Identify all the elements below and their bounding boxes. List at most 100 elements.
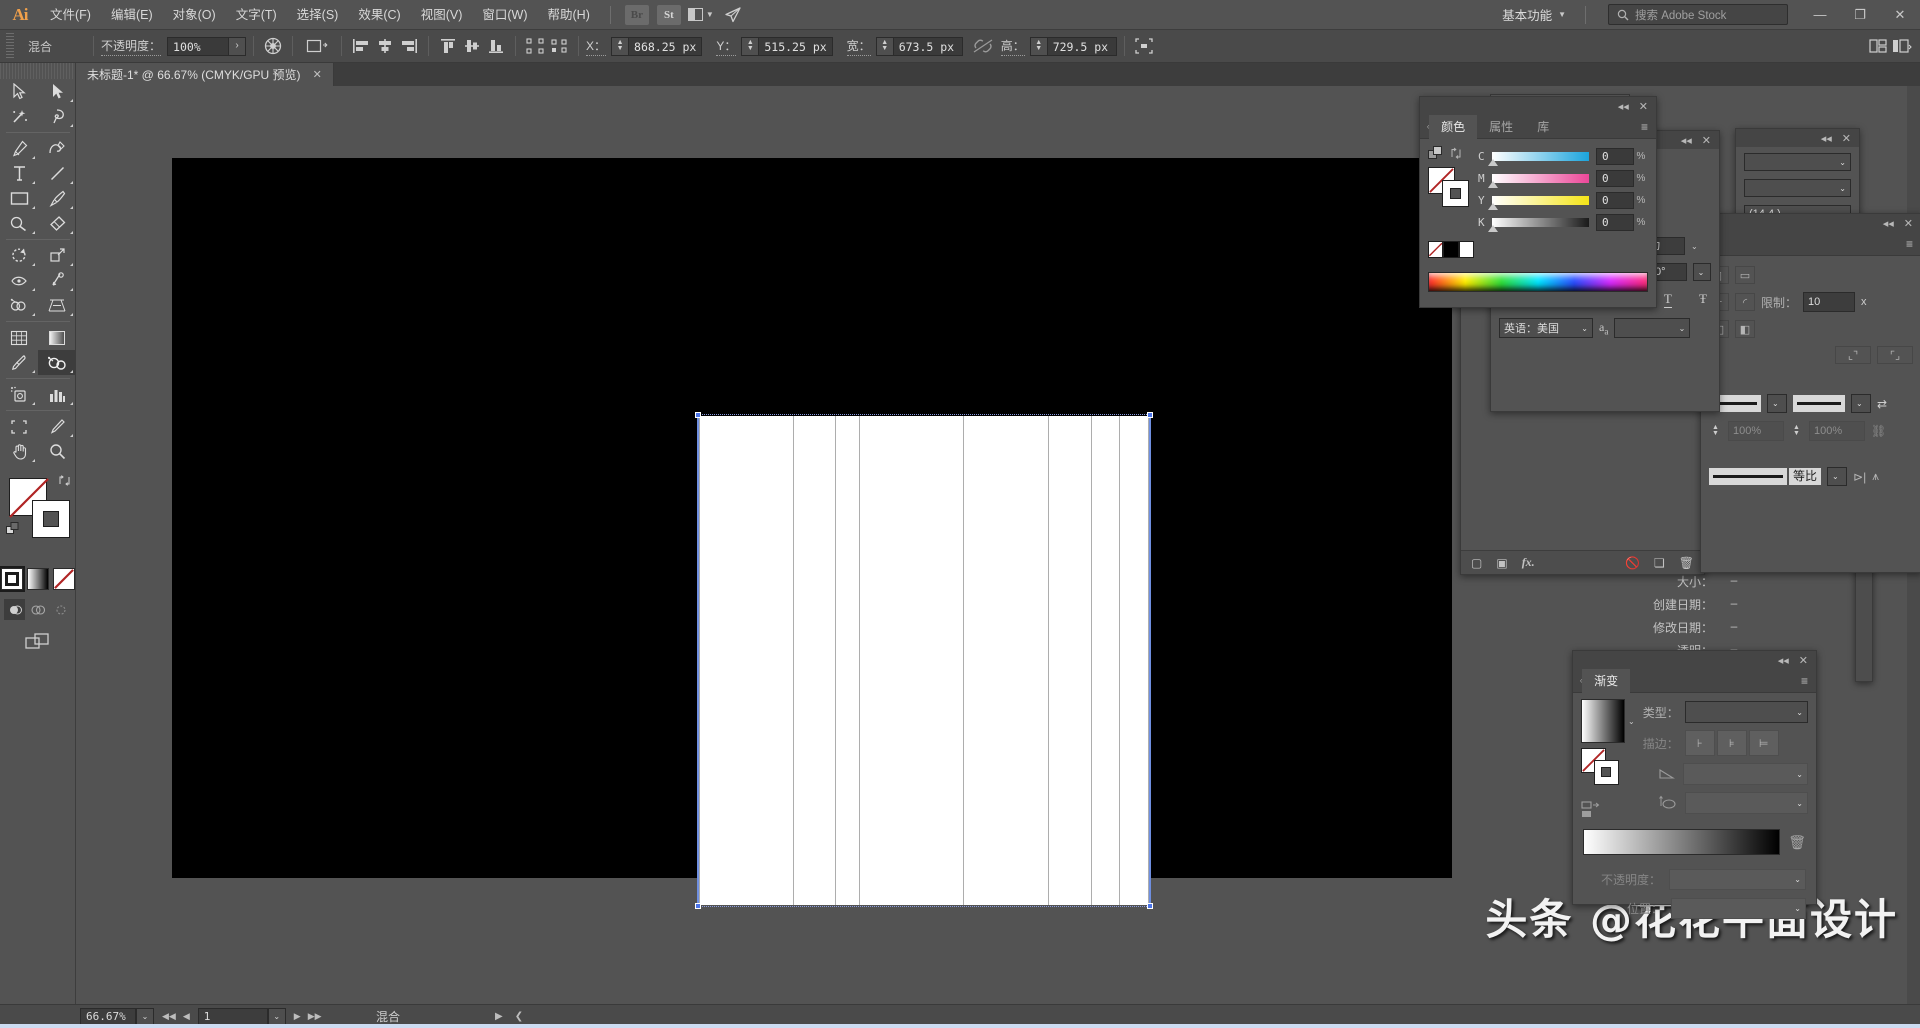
align-stroke-inside-icon[interactable]: ◧ — [1735, 320, 1755, 338]
join-round-icon[interactable]: ◜ — [1735, 293, 1755, 311]
dashed-corner-icon[interactable]: ⌞⌝ — [1835, 346, 1871, 364]
menu-file[interactable]: 文件(F) — [40, 0, 101, 30]
none-swatch-button[interactable] — [53, 568, 75, 590]
gradient-panel[interactable]: ◂◂ ✕ ◇ 渐变 ≡ ⌄ — [1572, 650, 1817, 905]
align-top-icon[interactable] — [436, 35, 460, 57]
rotation-dropdown[interactable]: ⌄ — [1693, 263, 1711, 281]
none-swatch[interactable] — [1428, 241, 1443, 258]
slice-tool[interactable] — [38, 414, 76, 439]
y-input[interactable]: 515.25 px — [758, 37, 832, 56]
scale-start-stepper[interactable]: ▲▼ — [1709, 425, 1722, 437]
status-play-icon[interactable]: ▶ — [495, 1011, 503, 1022]
color-swatch-button[interactable] — [1, 568, 23, 590]
draw-behind-icon[interactable] — [27, 599, 48, 620]
gradient-angle-dropdown[interactable]: ⌄ — [1683, 763, 1808, 785]
transform-panel-icon[interactable] — [523, 35, 547, 57]
gradient-type-dropdown[interactable]: ⌄ — [1685, 701, 1808, 723]
arrange-windows-icon[interactable] — [1866, 35, 1890, 57]
dashed-corner-icon-2[interactable]: ⌜⌟ — [1877, 346, 1913, 364]
rotate-tool[interactable] — [0, 243, 38, 268]
slider-thumb-c[interactable] — [1488, 159, 1498, 166]
color-panel[interactable]: ◂◂ ✕ ◇ 颜色 属性 库 ≡ — [1419, 96, 1657, 308]
arrow-scale-start[interactable]: 100% — [1728, 421, 1784, 441]
menu-edit[interactable]: 编辑(E) — [101, 0, 163, 30]
tools-panel-grip[interactable] — [0, 63, 75, 79]
close-icon[interactable]: ✕ — [1842, 132, 1851, 145]
underline-button[interactable]: T — [1664, 291, 1672, 308]
width-profile-dropdown[interactable]: ⌄ — [1827, 467, 1847, 486]
collapse-icon[interactable]: ◂◂ — [1821, 132, 1832, 145]
collapse-icon[interactable]: ◂◂ — [1618, 100, 1629, 113]
transform-dropdown-1[interactable]: ⌄ — [1744, 153, 1851, 171]
reverse-gradient-icon[interactable] — [1581, 800, 1635, 823]
eraser-tool[interactable] — [38, 211, 76, 236]
x-input[interactable]: 868.25 px — [628, 37, 702, 56]
arrowhead-end-dropdown[interactable]: ⌄ — [1851, 394, 1871, 413]
mesh-tool[interactable] — [0, 325, 38, 350]
close-icon[interactable]: ✕ — [1639, 100, 1648, 113]
tab-properties[interactable]: 属性 — [1477, 115, 1525, 139]
flip-across-icon[interactable]: ⩚ — [1872, 469, 1879, 484]
rectangle-tool[interactable] — [0, 186, 38, 211]
stroke-gradient-across-icon[interactable]: ⊨ — [1749, 730, 1779, 756]
lasso-tool[interactable] — [38, 104, 76, 129]
add-new-fill-icon[interactable]: ▢ — [1471, 556, 1482, 570]
menu-select[interactable]: 选择(S) — [287, 0, 349, 30]
arrange-documents-icon[interactable]: ▼ — [689, 5, 713, 25]
menu-window[interactable]: 窗口(W) — [472, 0, 537, 30]
zoom-tool[interactable] — [38, 439, 76, 464]
channel-value-y[interactable]: 0 — [1596, 192, 1634, 209]
blend-tool[interactable] — [38, 350, 76, 375]
arrowhead-start-dropdown[interactable]: ⌄ — [1767, 394, 1787, 413]
collapse-icon[interactable]: ◂◂ — [1778, 654, 1789, 667]
curvature-tool[interactable] — [38, 136, 76, 161]
tab-color[interactable]: 颜色 — [1429, 115, 1477, 139]
panel-flyout-icon[interactable] — [1890, 35, 1914, 57]
gradient-aspect-dropdown[interactable]: ⌄ — [1685, 792, 1808, 814]
gradient-preview-swatch[interactable] — [1581, 699, 1625, 743]
hand-tool[interactable] — [0, 439, 38, 464]
selection-handle[interactable] — [695, 412, 701, 418]
search-input[interactable]: 搜索 Adobe Stock — [1608, 4, 1788, 25]
link-arrow-scales-icon[interactable]: ⛓ — [1871, 424, 1886, 438]
default-fill-stroke-icon[interactable] — [6, 522, 21, 540]
blend-object[interactable] — [699, 416, 1149, 905]
scale-end-stepper[interactable]: ▲▼ — [1790, 425, 1803, 437]
delete-item-icon[interactable]: 🗑 — [1679, 556, 1694, 570]
eyedropper-tool[interactable] — [0, 350, 38, 375]
selection-tool[interactable] — [0, 79, 38, 104]
previous-artboard-button[interactable]: ◀ — [183, 1011, 190, 1022]
width-tool[interactable] — [0, 268, 38, 293]
cap-round-icon[interactable]: ▭ — [1735, 266, 1755, 284]
arrowhead-end-field[interactable] — [1793, 395, 1845, 412]
close-button[interactable]: ✕ — [1880, 0, 1920, 30]
gradient-stroke-swatch[interactable] — [1594, 760, 1619, 785]
direct-selection-tool[interactable] — [38, 79, 76, 104]
height-input[interactable]: 729.5 px — [1047, 37, 1117, 56]
bounding-box-icon[interactable] — [1132, 35, 1156, 57]
stroke-gradient-along-icon[interactable]: ⊧ — [1717, 730, 1747, 756]
menu-object[interactable]: 对象(O) — [163, 0, 226, 30]
clear-appearance-icon[interactable]: 🚫 — [1625, 556, 1640, 570]
close-icon[interactable]: ✕ — [1904, 217, 1913, 230]
x-stepper[interactable]: ▲▼ — [611, 37, 628, 56]
add-new-stroke-icon[interactable]: ▣ — [1496, 556, 1507, 570]
channel-value-c[interactable]: 0 — [1596, 148, 1634, 165]
first-artboard-button[interactable]: ◀◀ — [162, 1011, 176, 1022]
duplicate-item-icon[interactable]: ❏ — [1654, 556, 1665, 570]
control-bar-grip[interactable] — [6, 33, 14, 59]
recolor-artwork-icon[interactable] — [261, 35, 285, 57]
document-tab[interactable]: 未标题-1* @ 66.67% (CMYK/GPU 预览) ✕ — [76, 63, 334, 86]
close-icon[interactable]: ✕ — [313, 68, 322, 81]
y-stepper[interactable]: ▲▼ — [741, 37, 758, 56]
tab-gradient[interactable]: 渐变 — [1582, 669, 1630, 693]
slider-track-y[interactable] — [1492, 196, 1589, 205]
gradient-presets-chevron-icon[interactable]: ⌄ — [1628, 717, 1635, 726]
artboard-number-input[interactable]: 1 — [198, 1008, 268, 1025]
stroke-gradient-within-icon[interactable]: ⊦ — [1685, 730, 1715, 756]
transform-dropdown-2[interactable]: ⌄ — [1744, 179, 1851, 197]
zoom-input[interactable]: 66.67% — [80, 1008, 136, 1025]
magic-wand-tool[interactable] — [0, 104, 38, 129]
align-bottom-icon[interactable] — [484, 35, 508, 57]
align-left-icon[interactable] — [349, 35, 373, 57]
